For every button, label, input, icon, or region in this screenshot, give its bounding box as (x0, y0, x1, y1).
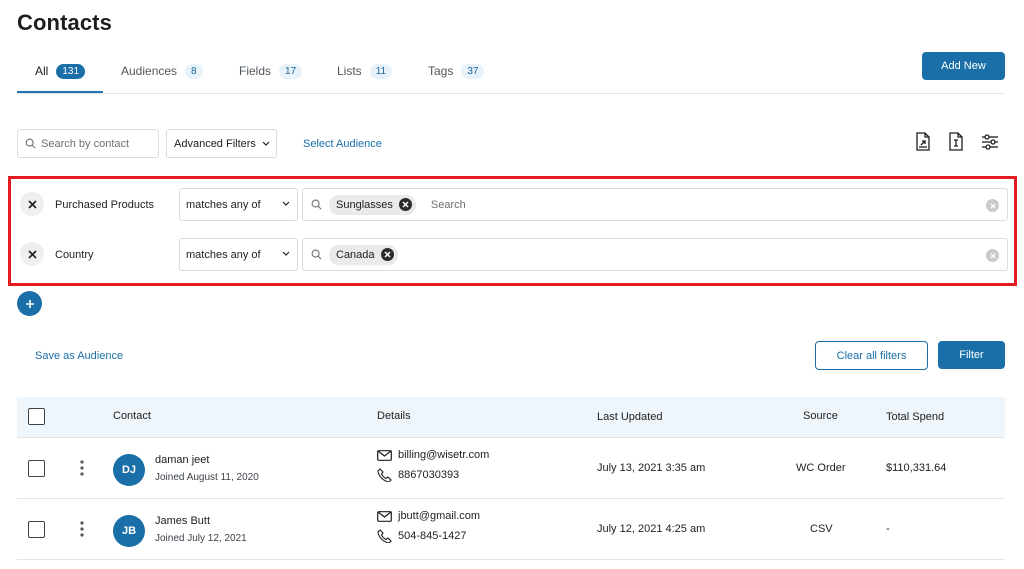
save-as-audience-link[interactable]: Save as Audience (35, 350, 123, 362)
remove-filter-button[interactable] (20, 192, 44, 216)
contact-phone: 504-845-1427 (377, 529, 467, 543)
filter-row-purchased-products: Purchased Products matches any of Sungla… (18, 188, 1008, 222)
close-icon (27, 249, 37, 259)
filter-value-search-input[interactable] (430, 198, 631, 211)
clear-values-icon[interactable] (986, 249, 999, 262)
tab-label: Lists (337, 64, 362, 78)
source-cell: WC Order (796, 462, 846, 474)
filter-value-chip: Sunglasses (329, 194, 416, 215)
select-all-checkbox[interactable] (28, 408, 45, 425)
contact-email-text: jbutt@gmail.com (398, 510, 481, 522)
chip-label: Canada (336, 248, 375, 261)
search-icon (311, 249, 322, 260)
import-icon[interactable] (912, 131, 934, 153)
total-spend-cell: $110,331.64 (886, 462, 947, 474)
export-icon[interactable] (945, 131, 967, 153)
filter-operator-value: matches any of (186, 198, 261, 211)
tab-count-badge: 8 (185, 64, 203, 79)
filter-value-search-input[interactable] (412, 248, 613, 261)
tab-count-badge: 17 (279, 64, 303, 79)
last-updated-cell: July 12, 2021 4:25 am (597, 523, 706, 535)
contact-joined-date: Joined July 12, 2021 (155, 533, 247, 544)
filter-row-country: Country matches any of Canada (18, 238, 1008, 272)
column-header-details: Details (377, 410, 411, 422)
tab-tags[interactable]: Tags 37 (428, 56, 485, 93)
column-header-last-updated: Last Updated (597, 411, 663, 423)
chip-label: Sunglasses (336, 198, 393, 211)
active-filters-panel: Purchased Products matches any of Sungla… (8, 176, 1017, 286)
phone-icon (377, 529, 392, 543)
clear-values-icon[interactable] (986, 199, 999, 212)
avatar: DJ (113, 454, 145, 486)
filter-button[interactable]: Filter (938, 341, 1005, 369)
column-header-total-spend: Total Spend (886, 411, 945, 423)
tab-label: Audiences (121, 64, 178, 78)
contact-joined-date: Joined August 11, 2020 (155, 472, 259, 483)
envelope-icon (377, 449, 392, 461)
search-icon (25, 138, 36, 149)
close-icon (27, 199, 37, 209)
chevron-down-icon (282, 251, 290, 256)
tab-bar: All 131 Audiences 8 Fields 17 Lists 11 T… (17, 56, 1005, 94)
filter-field-label: Purchased Products (55, 199, 155, 211)
contact-phone: 8867030393 (377, 468, 459, 482)
table-header: Contact Details Last Updated Source Tota… (17, 397, 1005, 438)
filter-operator-select[interactable]: matches any of (179, 188, 298, 221)
contact-name[interactable]: James Butt (155, 515, 210, 527)
chevron-down-icon (282, 201, 290, 206)
advanced-filters-dropdown[interactable]: Advanced Filters (166, 129, 277, 158)
filter-operator-select[interactable]: matches any of (179, 238, 298, 271)
row-checkbox[interactable] (28, 521, 45, 538)
contact-phone-text: 8867030393 (398, 469, 460, 481)
phone-icon (377, 468, 392, 482)
more-actions-icon[interactable] (79, 459, 85, 477)
remove-filter-button[interactable] (20, 242, 44, 266)
add-new-button[interactable]: Add New (922, 52, 1005, 80)
row-checkbox[interactable] (28, 460, 45, 477)
column-header-source: Source (803, 410, 838, 422)
contact-search-box (17, 129, 159, 158)
contact-email: billing@wisetr.com (377, 449, 489, 461)
table-row[interactable]: DJ daman jeet Joined August 11, 2020 bil… (17, 438, 1005, 499)
contact-email: jbutt@gmail.com (377, 510, 480, 522)
filter-operator-value: matches any of (186, 248, 261, 261)
page-title: Contacts (17, 10, 112, 35)
source-cell: CSV (810, 523, 833, 535)
contact-search-input[interactable] (41, 137, 151, 150)
filter-field-label: Country (55, 249, 94, 261)
tab-count-badge: 11 (369, 64, 393, 79)
filter-values-box: Canada (302, 238, 1008, 271)
chevron-down-icon (262, 141, 270, 146)
avatar: JB (113, 515, 145, 547)
filter-values-box: Sunglasses (302, 188, 1008, 221)
tab-audiences[interactable]: Audiences 8 (121, 56, 203, 93)
table-row[interactable]: JB James Butt Joined July 12, 2021 jbutt… (17, 499, 1005, 560)
tab-count-badge: 37 (461, 64, 485, 79)
chip-remove-icon[interactable] (380, 248, 394, 261)
contact-phone-text: 504-845-1427 (398, 530, 467, 542)
envelope-icon (377, 510, 392, 522)
add-filter-button[interactable] (17, 291, 42, 316)
tab-label: All (35, 64, 49, 78)
tab-label: Tags (428, 64, 454, 78)
search-icon (311, 199, 322, 210)
select-audience-link[interactable]: Select Audience (303, 138, 382, 150)
tab-lists[interactable]: Lists 11 (337, 56, 393, 93)
plus-icon (25, 299, 34, 308)
tab-count-badge: 131 (56, 64, 86, 79)
column-settings-icon[interactable] (979, 131, 1001, 153)
clear-all-filters-button[interactable]: Clear all filters (815, 341, 928, 370)
column-header-contact: Contact (113, 410, 151, 422)
filter-value-chip: Canada (329, 244, 398, 265)
total-spend-cell: - (886, 523, 890, 535)
chip-remove-icon[interactable] (398, 198, 412, 211)
tab-label: Fields (239, 64, 272, 78)
contact-email-text: billing@wisetr.com (398, 449, 490, 461)
advanced-filters-label: Advanced Filters (174, 137, 256, 150)
last-updated-cell: July 13, 2021 3:35 am (597, 462, 706, 474)
contact-name[interactable]: daman jeet (155, 454, 209, 466)
more-actions-icon[interactable] (79, 520, 85, 538)
tab-fields[interactable]: Fields 17 (239, 56, 303, 93)
tab-all[interactable]: All 131 (17, 56, 103, 93)
